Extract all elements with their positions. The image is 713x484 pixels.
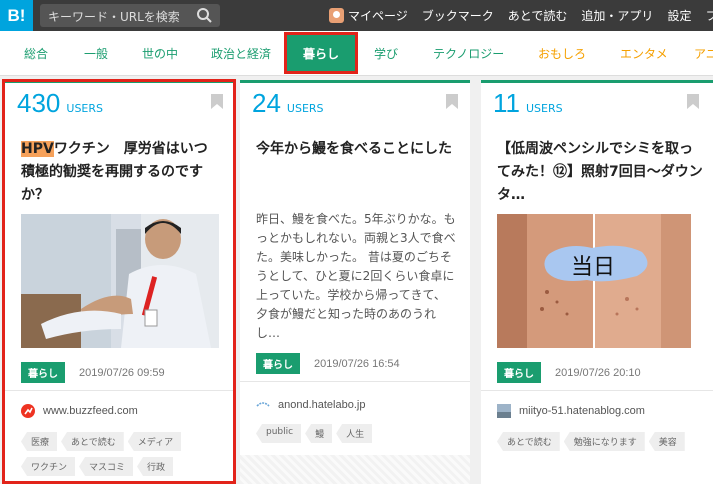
tag-item[interactable]: 行政 <box>137 457 174 476</box>
entry-title[interactable]: 【低周波ペンシルでシミを取ってみた！⑫】照射7回目〜ダウンタ… <box>497 138 703 207</box>
bookmark-count[interactable]: 11 USERS <box>493 88 563 119</box>
tag-item[interactable]: 勉強になります <box>563 432 645 451</box>
search-input[interactable]: キーワード・URLを検索 <box>48 8 180 25</box>
bookmark-icon[interactable] <box>687 94 699 109</box>
tab-general[interactable]: 総合 <box>24 45 48 62</box>
tag-list: public 鰻 人生 <box>256 424 466 449</box>
tab-entertainment[interactable]: エンタメ <box>620 45 668 62</box>
nav-bookmark[interactable]: ブックマーク <box>422 7 494 24</box>
tab-game[interactable]: アニ <box>694 45 713 62</box>
image-label: 当日 <box>571 255 615 280</box>
card-accent <box>240 80 470 83</box>
tag-item[interactable]: 医療 <box>21 432 58 451</box>
entry-meta: 暮らし 2019/07/26 20:10 <box>497 362 641 383</box>
nav-settings[interactable]: 設定 <box>667 7 691 24</box>
category-tag[interactable]: 暮らし <box>497 362 541 383</box>
tag-item[interactable]: マスコミ <box>79 457 134 476</box>
entry-card[interactable]: 430 USERS HPVワクチン 厚労省はいつ積極的勧奨を再開するのですか？ 暮… <box>5 80 235 484</box>
entry-title[interactable]: HPVワクチン 厚労省はいつ積極的勧奨を再開するのですか？ <box>21 138 221 207</box>
tag-item[interactable]: 美容 <box>648 432 685 451</box>
entry-card[interactable]: 24 USERS 今年から鰻を食べることにした 昨日、鰻を食べた。5年ぶりかな。も… <box>240 80 470 484</box>
tab-economy[interactable]: 政治と経済 <box>211 45 271 62</box>
nav-feed[interactable]: フィ <box>705 7 713 24</box>
tab-world[interactable]: 世の中 <box>142 45 178 62</box>
tag-item[interactable]: 人生 <box>336 424 373 443</box>
tag-item[interactable]: 鰻 <box>305 424 333 443</box>
hatena-favicon-icon <box>256 402 270 407</box>
tag-list: 医療 あとで読む メディア ワクチン マスコミ 行政 <box>21 432 231 482</box>
nav-add-app[interactable]: 追加・アプリ <box>581 7 653 24</box>
bookmark-icon[interactable] <box>446 94 458 109</box>
entry-date: 2019/07/26 20:10 <box>555 366 641 379</box>
tag-item[interactable]: メディア <box>127 432 182 451</box>
tag-item[interactable]: ワクチン <box>21 457 76 476</box>
tab-life[interactable]: 暮らし <box>283 32 359 74</box>
bookmark-count[interactable]: 430 USERS <box>17 88 103 119</box>
nav-read-later[interactable]: あとで読む <box>508 7 568 24</box>
entry-site[interactable]: anond.hatelabo.jp <box>256 398 365 412</box>
nav-mypage[interactable]: マイページ <box>329 7 408 24</box>
entry-excerpt: 昨日、鰻を食べた。5年ぶりかな。もっとかもしれない。両親と3人で食べた。美味しか… <box>256 212 456 340</box>
tag-item[interactable]: あとで読む <box>61 432 124 451</box>
tab-fun[interactable]: おもしろ <box>538 45 586 62</box>
entry-thumbnail[interactable]: 当日 <box>497 214 691 348</box>
entry-title[interactable]: 今年から鰻を食べることにした <box>256 138 456 161</box>
tag-item[interactable]: あとで読む <box>497 432 560 451</box>
buzzfeed-favicon-icon <box>21 404 35 418</box>
tab-it[interactable]: テクノロジー <box>433 45 504 62</box>
divider <box>5 390 235 391</box>
search-box[interactable]: キーワード・URLを検索 <box>40 4 220 27</box>
bookmark-count[interactable]: 24 USERS <box>252 88 324 119</box>
divider <box>481 390 713 391</box>
category-tag[interactable]: 暮らし <box>256 353 300 374</box>
entry-thumbnail[interactable] <box>21 214 219 348</box>
category-bar: 総合 一般 世の中 政治と経済 暮らし 学び テクノロジー おもしろ エンタメ … <box>0 31 713 76</box>
entry-card[interactable]: 11 USERS 【低周波ペンシルでシミを取ってみた！⑫】照射7回目〜ダウンタ… … <box>481 80 713 484</box>
search-icon[interactable] <box>196 7 213 24</box>
hatena-logo[interactable]: B! <box>0 0 33 31</box>
entry-site[interactable]: www.buzzfeed.com <box>21 404 138 418</box>
card-accent <box>481 80 713 83</box>
top-bar: B! キーワード・URLを検索 マイページ ブックマーク あとで読む 追加・アプ… <box>0 0 713 31</box>
entry-date: 2019/07/26 09:59 <box>79 366 165 379</box>
tab-knowledge[interactable]: 学び <box>374 45 398 62</box>
skin-comparison-photo: 当日 <box>497 214 691 348</box>
bookmark-icon[interactable] <box>211 94 223 109</box>
entry-date: 2019/07/26 16:54 <box>314 357 400 370</box>
avatar <box>329 8 344 23</box>
loading-placeholder <box>240 455 470 484</box>
person-photo <box>21 214 219 348</box>
divider <box>240 381 470 382</box>
tab-social[interactable]: 一般 <box>84 45 108 62</box>
card-accent <box>5 80 235 83</box>
entry-meta: 暮らし 2019/07/26 09:59 <box>21 362 165 383</box>
site-favicon-icon <box>497 404 511 418</box>
entry-site[interactable]: miityo-51.hatenablog.com <box>497 404 645 418</box>
top-nav: マイページ ブックマーク あとで読む 追加・アプリ 設定 フィ <box>329 0 713 31</box>
entry-meta: 暮らし 2019/07/26 16:54 <box>256 353 400 374</box>
category-tag[interactable]: 暮らし <box>21 362 65 383</box>
tag-list: あとで読む 勉強になります 美容 <box>497 432 707 457</box>
tag-item[interactable]: public <box>256 424 302 443</box>
